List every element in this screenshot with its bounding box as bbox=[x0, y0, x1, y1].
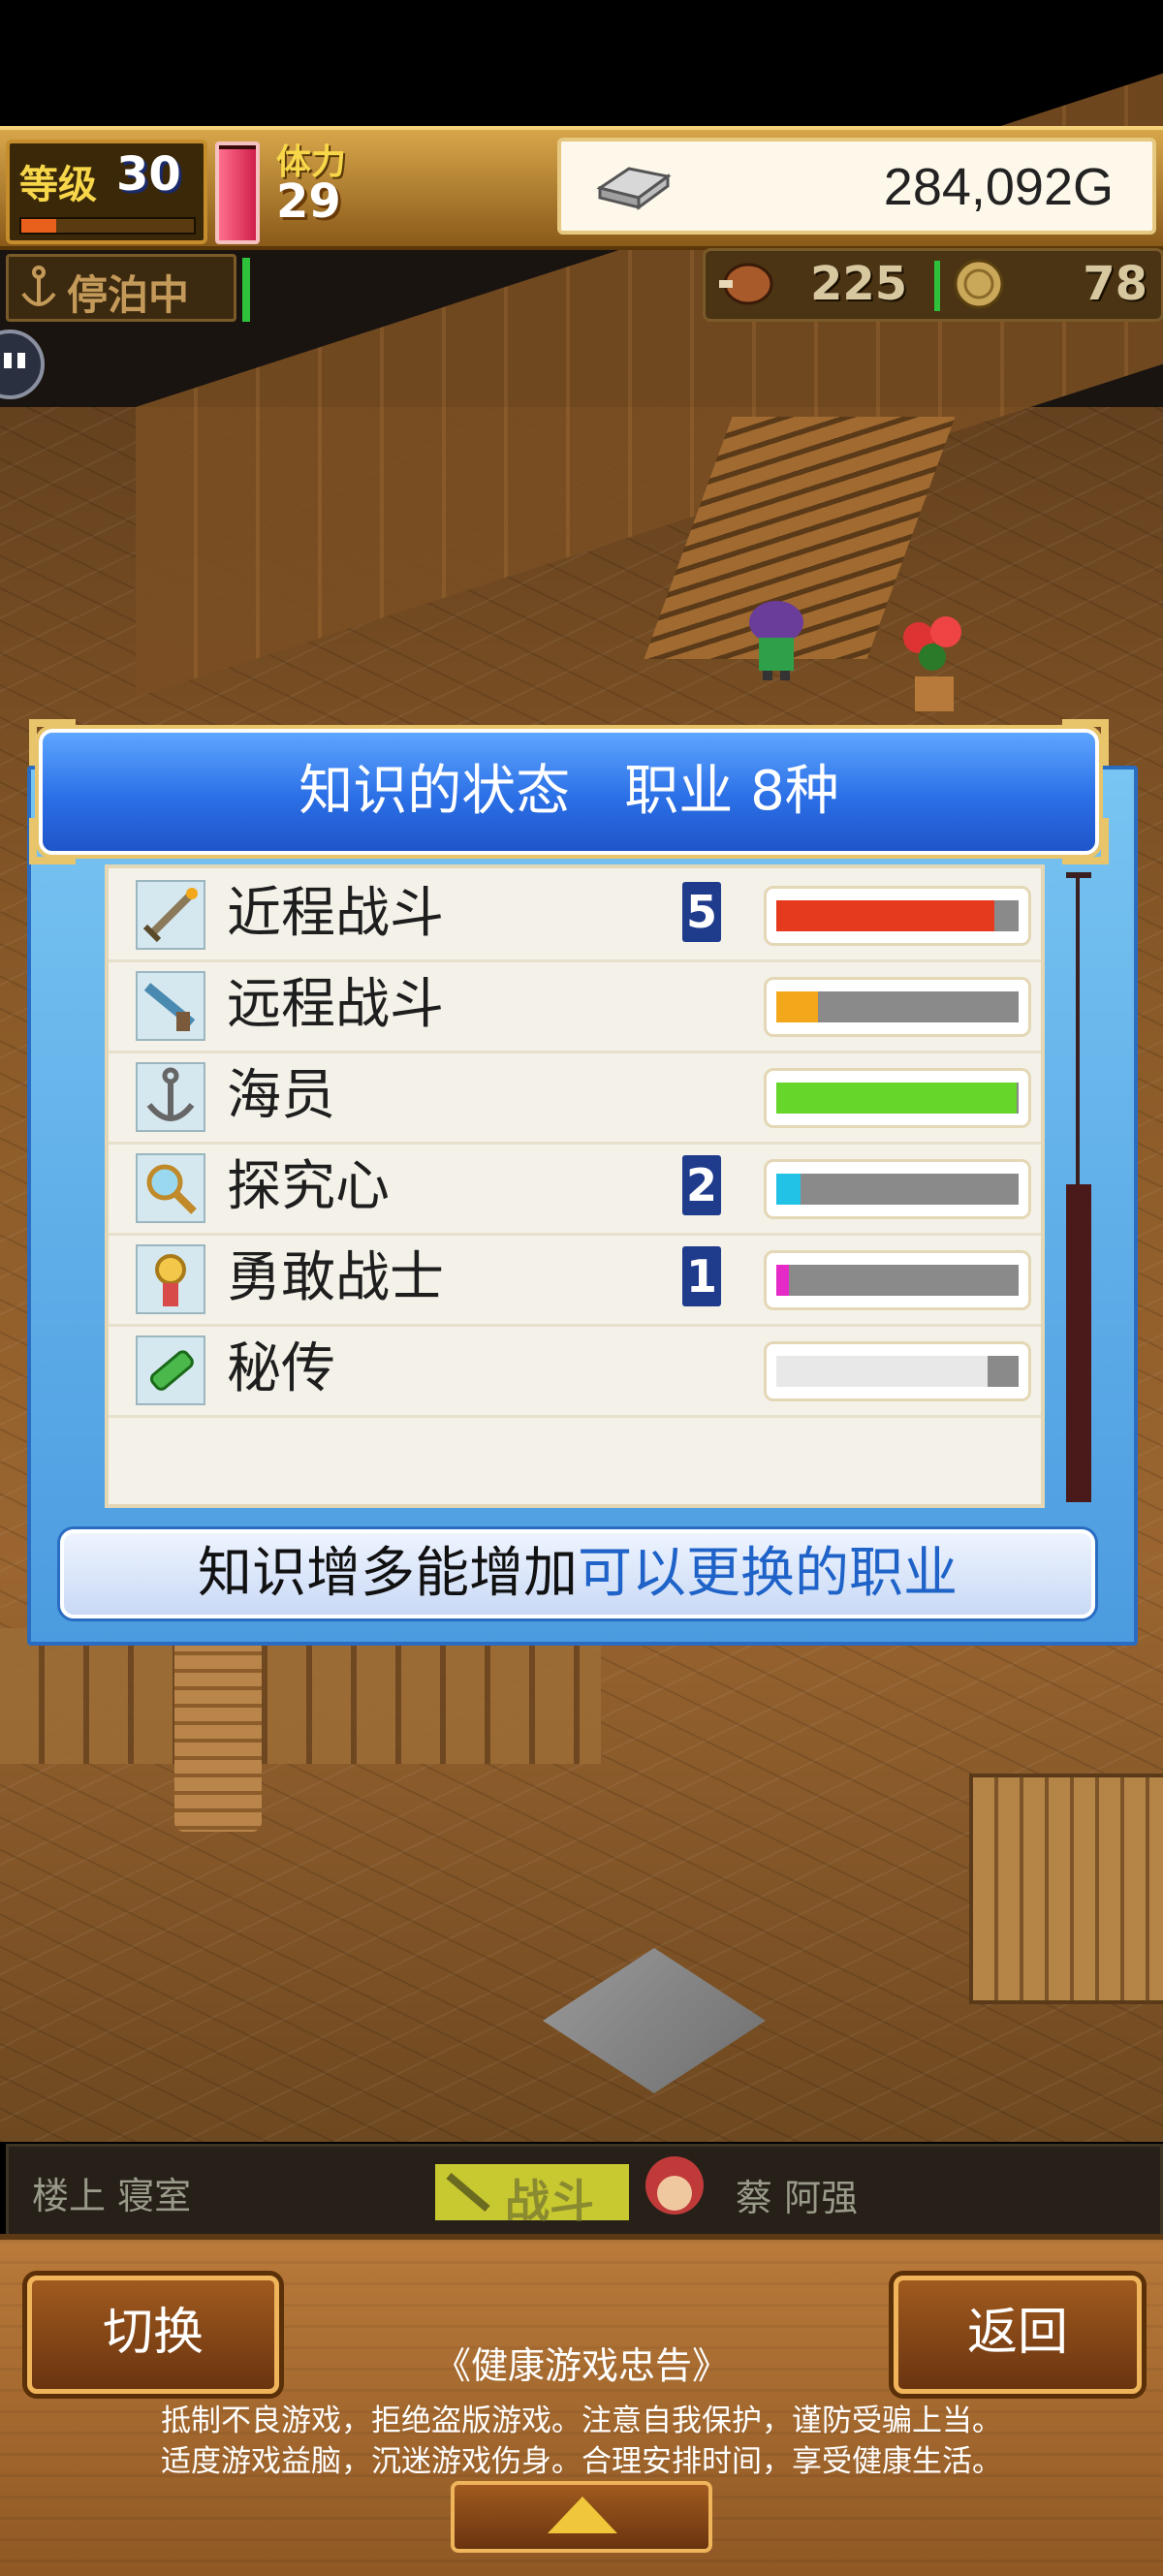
hint-text: 知识增多能增加 bbox=[198, 1542, 578, 1605]
location-bar: 楼上 寝室 战斗 蔡 阿强 bbox=[6, 2144, 1163, 2237]
knowledge-count: 5 bbox=[682, 882, 721, 942]
level-progress-bar bbox=[19, 217, 196, 235]
top-hud: 等级 30 体力 29 284,092G bbox=[0, 126, 1163, 250]
anchor-icon bbox=[21, 266, 56, 306]
knowledge-label: 勇敢战士 bbox=[227, 1246, 444, 1309]
knowledge-row[interactable]: 探究心 2 bbox=[109, 1142, 1041, 1236]
anchor-icon bbox=[136, 1062, 205, 1132]
list-scrollbar[interactable] bbox=[1066, 872, 1091, 1502]
food-icon bbox=[719, 263, 773, 305]
knowledge-label: 海员 bbox=[227, 1064, 335, 1127]
knowledge-progress-bar bbox=[764, 1250, 1031, 1310]
health-bar bbox=[215, 141, 260, 244]
sword-icon bbox=[136, 880, 205, 950]
mode-badge: 战斗 bbox=[435, 2164, 629, 2227]
scrollbar-thumb[interactable] bbox=[1066, 1184, 1091, 1502]
gold-box: 284,092G bbox=[557, 138, 1156, 235]
resource-box: 225 78 bbox=[703, 248, 1163, 322]
knowledge-row[interactable]: 近程战斗 5 bbox=[109, 868, 1041, 962]
bed bbox=[969, 1774, 1163, 2004]
expand-button[interactable] bbox=[451, 2481, 712, 2553]
bunk-beds bbox=[0, 1628, 601, 1764]
panel-header: 知识的状态 职业 8种 bbox=[29, 719, 1109, 864]
mode-label: 战斗 bbox=[505, 2175, 594, 2227]
knowledge-count: 2 bbox=[682, 1155, 721, 1215]
notice-title: 《健康游戏忠告》 bbox=[433, 2344, 729, 2387]
sword-icon bbox=[446, 2172, 490, 2213]
player-character[interactable] bbox=[741, 593, 811, 680]
location-label: 楼上 寝室 bbox=[32, 2175, 192, 2217]
magnifier-icon bbox=[136, 1153, 205, 1223]
knowledge-label: 秘传 bbox=[227, 1337, 335, 1400]
hint-highlight-text: 可以更换的职业 bbox=[578, 1542, 958, 1605]
triangle-up-icon bbox=[548, 2497, 617, 2533]
knowledge-label: 探究心 bbox=[227, 1155, 390, 1218]
knowledge-progress-bar bbox=[764, 1341, 1031, 1401]
knowledge-row[interactable]: 勇敢战士 1 bbox=[109, 1233, 1041, 1327]
knowledge-label: 近程战斗 bbox=[227, 882, 444, 945]
dock-status-label: 停泊中 bbox=[67, 271, 190, 319]
knowledge-list: 近程战斗 5 远程战斗 海员 探究心 2 勇敢战士 1 秘传 bbox=[105, 864, 1045, 1508]
character-name: 蔡 阿强 bbox=[736, 2177, 859, 2219]
knowledge-progress-bar bbox=[764, 1159, 1031, 1219]
gold-value: 284,092G bbox=[883, 158, 1114, 216]
notice-line: 抵制不良游戏，拒绝盗版游戏。注意自我保护，谨防受骗上当。 bbox=[161, 2403, 1002, 2438]
notice-line: 适度游戏益脑，沉迷游戏伤身。合理安排时间，享受健康生活。 bbox=[161, 2444, 1002, 2479]
knowledge-row[interactable]: 远程战斗 bbox=[109, 959, 1041, 1053]
scroll-icon bbox=[136, 1335, 205, 1405]
knowledge-label: 远程战斗 bbox=[227, 973, 444, 1036]
dock-status: 停泊中 bbox=[6, 254, 236, 322]
food-value: 225 bbox=[810, 257, 908, 311]
medal-icon bbox=[136, 1244, 205, 1314]
silver-bar-icon bbox=[596, 167, 672, 210]
flower-pot bbox=[903, 616, 961, 711]
knowledge-progress-bar bbox=[764, 886, 1031, 946]
level-value: 30 bbox=[116, 147, 181, 202]
knowledge-count: 1 bbox=[682, 1246, 721, 1306]
level-label: 等级 bbox=[19, 163, 97, 207]
health-fill bbox=[219, 148, 256, 240]
avatar bbox=[645, 2156, 704, 2215]
chat-bubble-icon[interactable] bbox=[0, 316, 48, 413]
coin-icon bbox=[954, 259, 1004, 309]
status-indicator bbox=[242, 258, 250, 322]
hint-box: 知识增多能增加可以更换的职业 bbox=[60, 1529, 1095, 1618]
mast-pillar bbox=[174, 1638, 262, 1832]
panel-title: 知识的状态 职业 8种 bbox=[299, 760, 839, 823]
knowledge-row[interactable]: 秘传 bbox=[109, 1324, 1041, 1418]
level-progress-fill bbox=[21, 219, 56, 233]
gun-icon bbox=[136, 971, 205, 1041]
knowledge-progress-bar bbox=[764, 1068, 1031, 1128]
knowledge-progress-bar bbox=[764, 977, 1031, 1037]
knowledge-row[interactable]: 海员 bbox=[109, 1051, 1041, 1145]
resource-separator bbox=[934, 261, 940, 311]
level-box: 等级 30 bbox=[6, 140, 207, 244]
stamina-value: 29 bbox=[276, 174, 341, 229]
coin-value: 78 bbox=[1083, 257, 1147, 311]
